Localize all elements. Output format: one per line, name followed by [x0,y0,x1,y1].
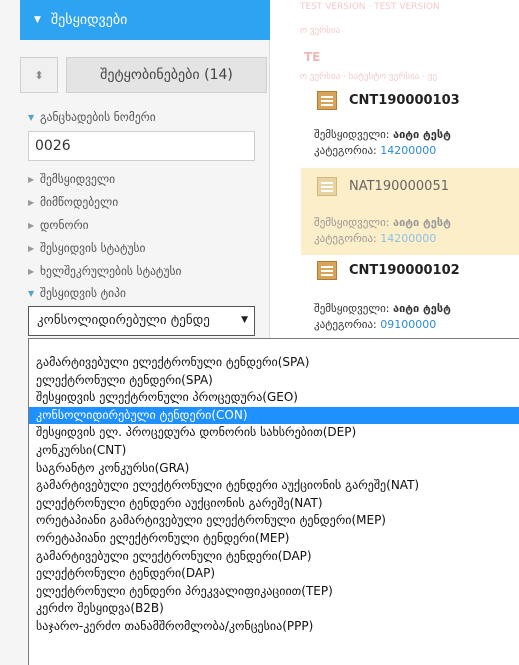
document-icon [317,261,337,280]
filter-label: მიმწოდებელი [40,195,119,209]
category-label: კატეგორია: [314,144,377,157]
dropdown-option[interactable]: ორეტაპიანი გამარტივებული ელექტრონული ტენ… [29,512,519,530]
result-category: კატეგორია: 14200000 [314,144,436,157]
triangle-right-icon: ▶ [28,197,35,207]
sort-button[interactable]: ⬍ [20,57,58,93]
result-title[interactable]: CNT190000103 [317,91,460,110]
announcement-number-input[interactable]: 0026 [28,131,255,161]
buyer-value: აიტი ტესტ [393,302,451,315]
triangle-right-icon: ▶ [28,174,35,184]
result-card[interactable]: CNT190000102 შემსყიდველი: აიტი ტესტ კატე… [301,255,519,345]
buyer-label: შემსყიდველი: [314,302,390,315]
select-value: კონსოლიდირებული ტენდე [37,313,210,328]
dropdown-option[interactable]: კერძო შესყიდვა(B2B) [29,600,519,618]
dropdown-option-selected[interactable]: კონსოლიდირებული ტენდერი(CON) [29,406,519,425]
category-value[interactable]: 14200000 [380,144,436,157]
triangle-right-icon: ▶ [28,243,35,253]
messages-button[interactable]: შეტყობინებები (14) [66,57,267,93]
dropdown-option[interactable]: ორეტაპიანი ელექტრონული ტენდერი(MEP) [29,530,519,548]
filter-label: დონორი [40,218,89,232]
buyer-value: აიტი ტესტ [393,128,451,141]
filter-label: შესყიდვის ტიპი [40,286,126,300]
document-icon [317,177,337,196]
watermark: TE [304,50,321,64]
toolbar-row: ⬍ შეტყობინებები (14) [20,57,267,93]
filter-label: შესყიდვის სტატუსი [40,241,146,255]
watermark: ო ვერსია [300,26,341,36]
result-title[interactable]: NAT190000051 [317,177,449,196]
buyer-label: შემსყიდველი: [314,128,390,141]
dropdown-option[interactable]: ელექტრონული ტენდერი აუქციონის გარეშე(NAT… [29,495,519,513]
filter-procurement-type[interactable]: ▼ შესყიდვის ტიპი [28,286,126,300]
results-panel: TEST VERSION · TEST VERSION ო ვერსია TE … [270,0,519,345]
filter-label: ხელშეკრულების სტატუსი [40,264,182,278]
watermark: ო ვერსია · სატესტო ვერსია · ვე [300,72,438,82]
category-label: კატეგორია: [314,232,377,245]
filter-buyer[interactable]: ▶ შემსყიდველი [28,172,115,186]
buyer-label: შემსყიდველი: [314,216,390,229]
dropdown-arrow-icon: ▼ [241,315,248,325]
filter-contract-status[interactable]: ▶ ხელშეკრულების სტატუსი [28,264,181,278]
section-title: შესყიდვები [50,12,128,28]
result-id: CNT190000102 [349,263,460,278]
category-value[interactable]: 14200000 [380,232,436,245]
procurement-type-dropdown-list: გამარტივებული ელექტრონული ტენდერი(SPA) ე… [28,338,519,665]
dropdown-option[interactable]: გამარტივებული ელექტრონული ტენდერი აუქციო… [29,477,519,495]
result-buyer: შემსყიდველი: აიტი ტესტ [314,216,451,229]
result-card[interactable]: CNT190000103 შემსყიდველი: აიტი ტესტ კატე… [301,83,519,168]
dropdown-option[interactable]: ელექტრონული ტენდერი პრეკვალიფიკაციით(TEP… [29,583,519,601]
page: ▼ შესყიდვები ⬍ შეტყობინებები (14) ▼ განც… [0,0,519,665]
result-title[interactable]: CNT190000102 [317,261,460,280]
dropdown-option[interactable]: კონკურსი(CNT) [29,442,519,460]
category-value[interactable]: 09100000 [380,318,436,331]
filter-supplier[interactable]: ▶ მიმწოდებელი [28,195,118,209]
filter-label: შემსყიდველი [40,172,116,186]
dropdown-option[interactable]: შესყიდვის ელექტრონული პროცედურა(GEO) [29,389,519,407]
dropdown-option[interactable]: საჯარო-კერძო თანამშრომლობა/კონცესია(PPP) [29,618,519,636]
watermark: TEST VERSION · TEST VERSION [300,2,440,12]
filter-label: განცხადების ნომერი [40,110,156,124]
filter-announcement-number[interactable]: ▼ განცხადების ნომერი [28,110,156,124]
dropdown-option[interactable]: საგრანტო კონკურსი(GRA) [29,460,519,478]
triangle-right-icon: ▶ [28,220,35,230]
triangle-down-icon: ▼ [28,288,35,298]
category-label: კატეგორია: [314,318,377,331]
result-buyer: შემსყიდველი: აიტი ტესტ [314,302,451,315]
result-card-highlighted[interactable]: NAT190000051 შემსყიდველი: აიტი ტესტ კატე… [301,168,519,255]
triangle-right-icon: ▶ [28,266,35,276]
result-category: კატეგორია: 14200000 [314,232,436,245]
document-icon [317,91,337,110]
dropdown-option[interactable]: ელექტრონული ტენდერი(DAP) [29,565,519,583]
dropdown-option[interactable]: ელექტრონული ტენდერი(SPA) [29,372,519,390]
dropdown-option[interactable]: გამარტივებული ელექტრონული ტენდერი(SPA) [29,354,519,372]
filter-donor[interactable]: ▶ დონორი [28,218,89,232]
caret-down-icon: ▼ [34,15,41,25]
procurement-type-select[interactable]: კონსოლიდირებული ტენდე ▼ [28,306,255,336]
result-buyer: შემსყიდველი: აიტი ტესტ [314,128,451,141]
dropdown-option[interactable]: გამარტივებული ელექტრონული ტენდერი(DAP) [29,548,519,566]
sort-icon: ⬍ [34,68,44,82]
result-id: CNT190000103 [349,93,460,108]
procurements-section-header[interactable]: ▼ შესყიდვები [20,0,270,40]
filter-procurement-status[interactable]: ▶ შესყიდვის სტატუსი [28,241,146,255]
buyer-value: აიტი ტესტ [393,216,451,229]
dropdown-option[interactable]: შესყიდვის ელ. პროცედურა დონორის სახსრები… [29,424,519,442]
result-category: კატეგორია: 09100000 [314,318,436,331]
result-id: NAT190000051 [349,179,449,194]
triangle-down-icon: ▼ [28,112,35,122]
